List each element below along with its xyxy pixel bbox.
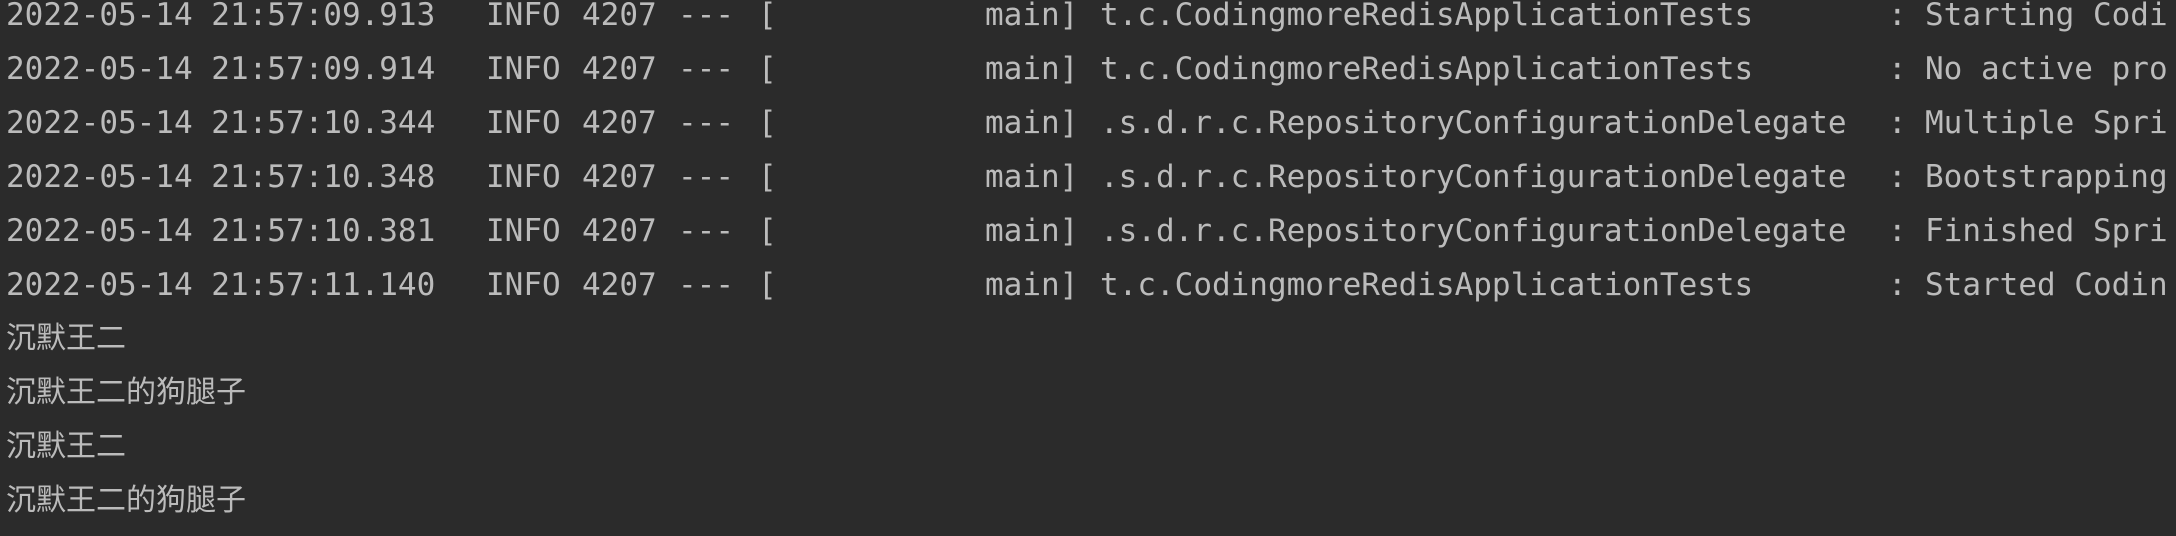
log-colon: :	[1888, 51, 1907, 87]
log-logger: t.c.CodingmoreRedisApplicationTests	[1100, 267, 1754, 303]
log-colon: :	[1888, 0, 1907, 33]
log-pid: 4207	[582, 267, 657, 303]
log-timestamp: 2022-05-14 21:57:09.913	[6, 0, 436, 33]
log-separator: ---	[678, 213, 734, 249]
output-line: 沉默王二的狗腿子	[6, 375, 246, 410]
log-bracket: [	[758, 0, 777, 33]
log-line: 2022-05-14 21:57:10.348 INFO 4207 --- [ …	[0, 150, 2168, 204]
log-message: Started Codin	[1925, 267, 2168, 303]
log-level: INFO	[486, 0, 561, 33]
log-bracket: [	[758, 105, 777, 141]
log-logger: t.c.CodingmoreRedisApplicationTests	[1100, 0, 1754, 33]
log-logger: t.c.CodingmoreRedisApplicationTests	[1100, 51, 1754, 87]
log-level: INFO	[486, 213, 561, 249]
log-timestamp: 2022-05-14 21:57:10.344	[6, 105, 436, 141]
log-separator: ---	[678, 0, 734, 33]
log-message: No active pro	[1925, 51, 2168, 87]
log-level: INFO	[486, 159, 561, 195]
log-level: INFO	[486, 51, 561, 87]
log-bracket: [	[758, 159, 777, 195]
log-logger: .s.d.r.c.RepositoryConfigurationDelegate	[1100, 213, 1847, 249]
log-message: Bootstrapping	[1925, 159, 2168, 195]
log-timestamp: 2022-05-14 21:57:10.348	[6, 159, 436, 195]
log-message: Multiple Spri	[1925, 105, 2168, 141]
console-output[interactable]: 2022-05-14 21:57:09.913 INFO 4207 --- [ …	[0, 0, 2176, 536]
log-logger: .s.d.r.c.RepositoryConfigurationDelegate	[1100, 105, 1847, 141]
log-line: 2022-05-14 21:57:09.914 INFO 4207 --- [ …	[0, 42, 2168, 96]
log-message: Starting Codi	[1925, 0, 2168, 33]
log-separator: ---	[678, 51, 734, 87]
log-pid: 4207	[582, 51, 657, 87]
log-pid: 4207	[582, 0, 657, 33]
output-line: 沉默王二的狗腿子	[6, 483, 246, 518]
log-separator: ---	[678, 105, 734, 141]
log-bracket: [	[758, 267, 777, 303]
output-line: 沉默王二	[6, 321, 126, 356]
log-line: 2022-05-14 21:57:11.140 INFO 4207 --- [ …	[0, 258, 2168, 312]
log-thread: main]	[985, 159, 1079, 195]
log-colon: :	[1888, 159, 1907, 195]
log-colon: :	[1888, 105, 1907, 141]
log-timestamp: 2022-05-14 21:57:10.381	[6, 213, 436, 249]
output-line: 沉默王二	[6, 429, 126, 464]
log-bracket: [	[758, 213, 777, 249]
log-pid: 4207	[582, 105, 657, 141]
log-pid: 4207	[582, 159, 657, 195]
log-thread: main]	[985, 105, 1079, 141]
log-level: INFO	[486, 105, 561, 141]
log-pid: 4207	[582, 213, 657, 249]
log-logger: .s.d.r.c.RepositoryConfigurationDelegate	[1100, 159, 1847, 195]
log-thread: main]	[985, 51, 1079, 87]
log-colon: :	[1888, 213, 1907, 249]
log-line: 2022-05-14 21:57:10.344 INFO 4207 --- [ …	[0, 96, 2168, 150]
log-thread: main]	[985, 0, 1079, 33]
log-level: INFO	[486, 267, 561, 303]
log-timestamp: 2022-05-14 21:57:11.140	[6, 267, 436, 303]
log-separator: ---	[678, 159, 734, 195]
log-colon: :	[1888, 267, 1907, 303]
log-timestamp: 2022-05-14 21:57:09.914	[6, 51, 436, 87]
log-message: Finished Spri	[1925, 213, 2168, 249]
log-line: 2022-05-14 21:57:10.381 INFO 4207 --- [ …	[0, 204, 2168, 258]
log-separator: ---	[678, 267, 734, 303]
log-bracket: [	[758, 51, 777, 87]
log-thread: main]	[985, 267, 1079, 303]
log-thread: main]	[985, 213, 1079, 249]
log-line: 2022-05-14 21:57:09.913 INFO 4207 --- [ …	[0, 0, 2168, 42]
